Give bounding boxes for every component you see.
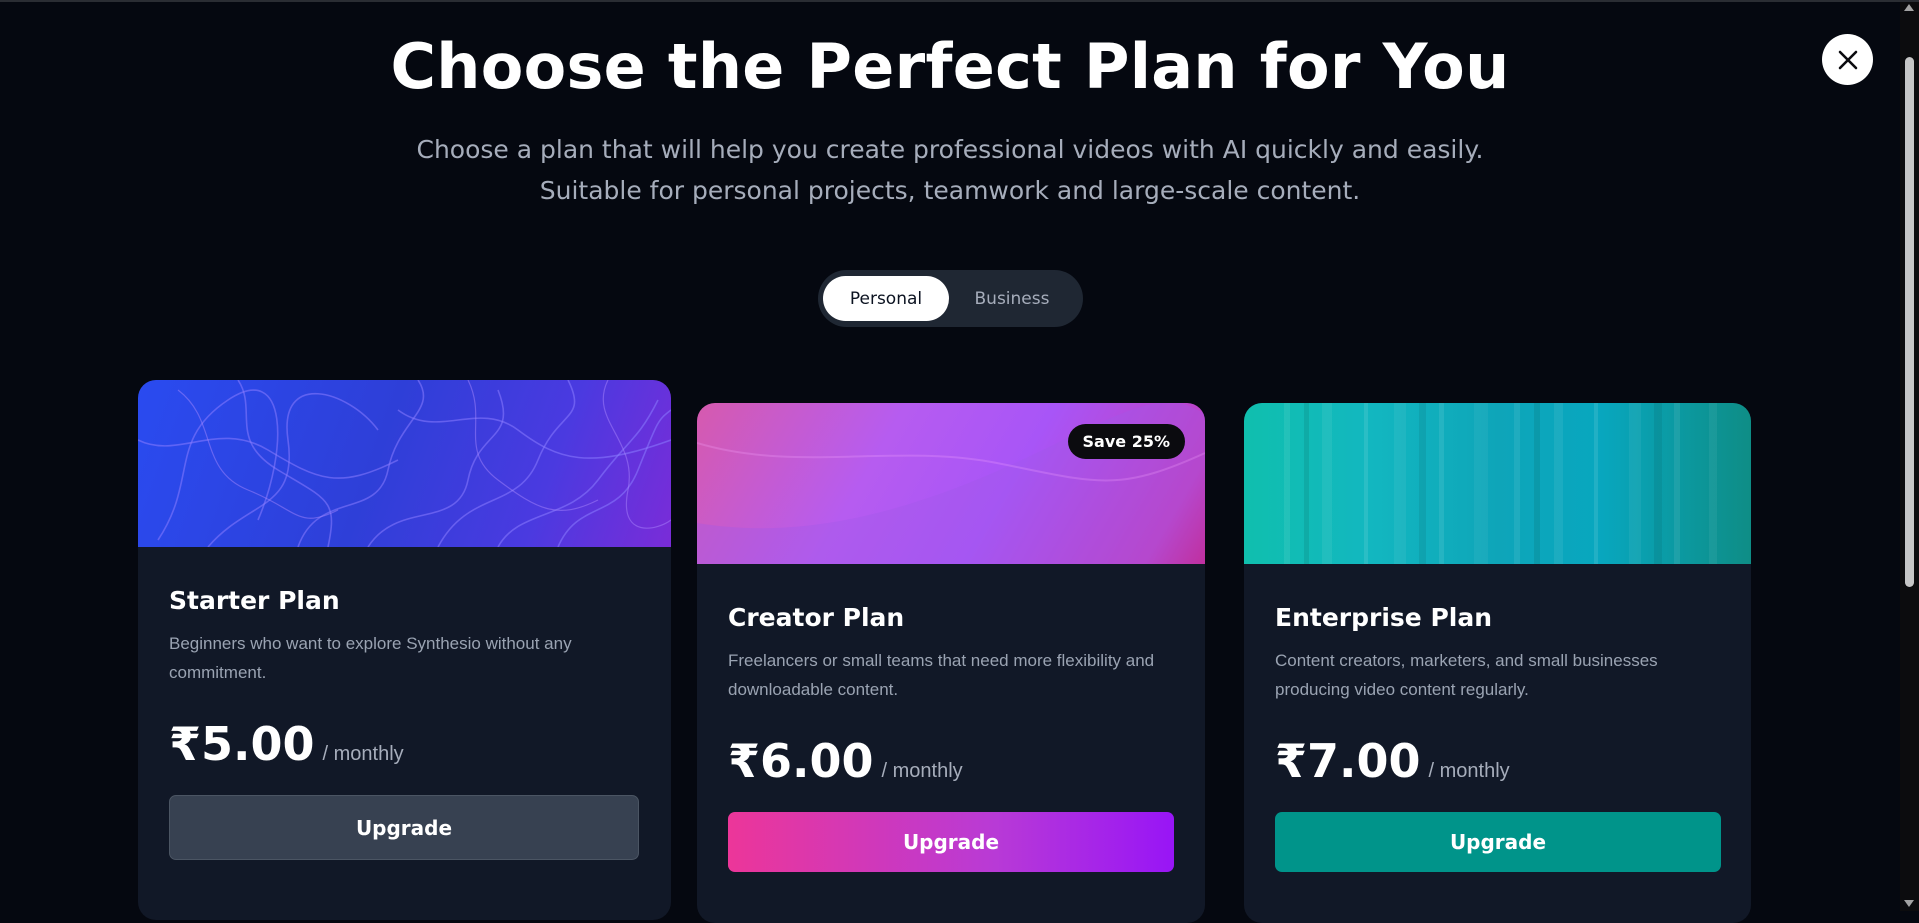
plan-price: ₹6.00 bbox=[728, 734, 874, 788]
banner-pattern bbox=[1284, 403, 1717, 564]
creator-plan-banner: Save 25% bbox=[697, 403, 1205, 564]
price-period: / monthly bbox=[881, 760, 963, 782]
save-badge: Save 25% bbox=[1067, 424, 1185, 459]
page-subtitle-line-1: Choose a plan that will help you create … bbox=[416, 135, 1484, 164]
vertical-scrollbar[interactable] bbox=[1900, 2, 1919, 911]
plan-price: ₹5.00 bbox=[169, 717, 315, 771]
page-title: Choose the Perfect Plan for You bbox=[390, 30, 1510, 103]
upgrade-button[interactable]: Upgrade bbox=[728, 812, 1174, 872]
enterprise-plan-card: Enterprise Plan Content creators, market… bbox=[1244, 403, 1751, 923]
toggle-business[interactable]: Business bbox=[949, 276, 1075, 321]
close-icon bbox=[1838, 50, 1857, 69]
plan-description: Content creators, marketers, and small b… bbox=[1275, 651, 1658, 699]
page-subtitle-line-2: Suitable for personal projects, teamwork… bbox=[539, 176, 1361, 205]
scroll-up-arrow-icon[interactable] bbox=[1904, 4, 1914, 11]
price-row: ₹6.00 / monthly bbox=[728, 734, 1174, 788]
plan-description: Freelancers or small teams that need mor… bbox=[728, 651, 1155, 699]
starter-plan-card: Starter Plan Beginners who want to explo… bbox=[138, 380, 671, 920]
price-period: / monthly bbox=[1428, 760, 1510, 782]
plan-price: ₹7.00 bbox=[1275, 734, 1421, 788]
enterprise-plan-banner bbox=[1244, 403, 1751, 564]
plan-name: Creator Plan bbox=[728, 603, 905, 632]
starter-plan-banner bbox=[138, 380, 671, 547]
upgrade-button[interactable]: Upgrade bbox=[1275, 812, 1721, 872]
toggle-personal[interactable]: Personal bbox=[823, 276, 949, 321]
banner-pattern bbox=[138, 380, 671, 547]
plan-description: Beginners who want to explore Synthesio … bbox=[169, 634, 572, 682]
close-button[interactable] bbox=[1822, 34, 1873, 85]
plan-name: Enterprise Plan bbox=[1275, 603, 1493, 632]
scroll-thumb[interactable] bbox=[1905, 57, 1914, 587]
creator-plan-card: Save 25% Creator Plan Freelancers or sma… bbox=[697, 403, 1205, 923]
pricing-page: Choose the Perfect Plan for You Choose a… bbox=[0, 2, 1900, 923]
plan-name: Starter Plan bbox=[169, 586, 340, 615]
scroll-down-arrow-icon[interactable] bbox=[1904, 900, 1914, 907]
price-period: / monthly bbox=[322, 743, 404, 765]
price-row: ₹7.00 / monthly bbox=[1275, 734, 1720, 788]
price-row: ₹5.00 / monthly bbox=[169, 717, 640, 771]
upgrade-button[interactable]: Upgrade bbox=[169, 795, 639, 860]
plan-type-toggle: Personal Business bbox=[818, 270, 1083, 327]
